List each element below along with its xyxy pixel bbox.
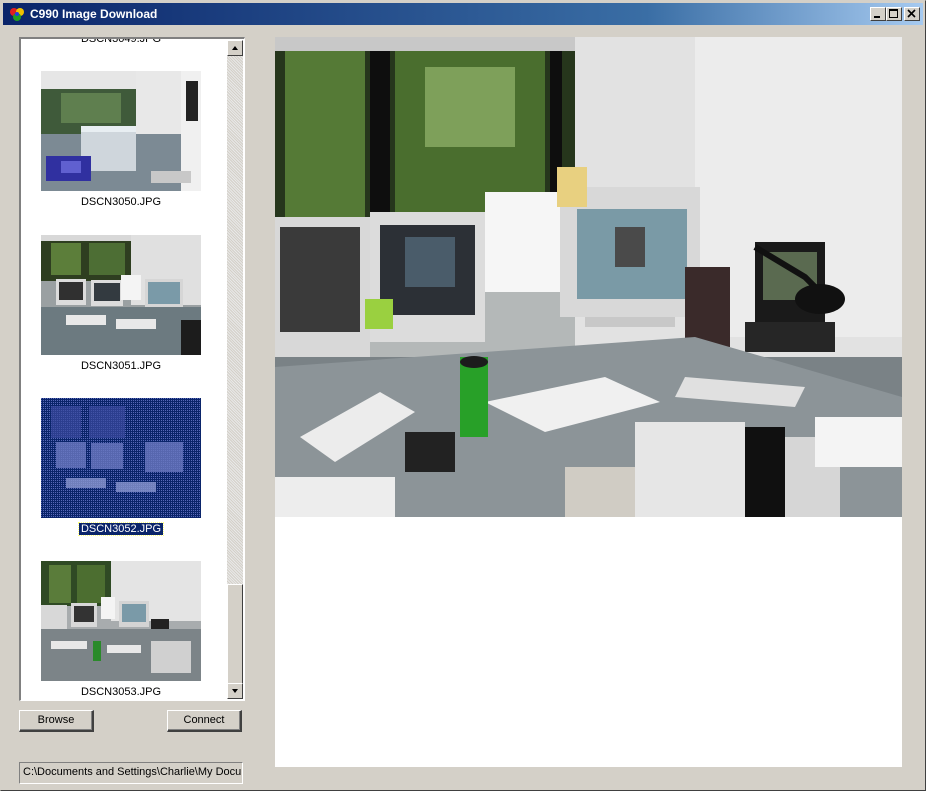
preview-photo xyxy=(275,37,902,517)
thumbnail-scrollbar[interactable] xyxy=(227,40,243,699)
minimize-icon xyxy=(874,16,880,18)
scroll-down-button[interactable] xyxy=(227,683,243,699)
window-title: C990 Image Download xyxy=(30,7,158,21)
thumbnail-item[interactable]: DSCN3050.JPG xyxy=(41,71,205,208)
minimize-button[interactable] xyxy=(870,7,886,21)
thumbnail-label-partial: DSCN3049.JPG xyxy=(80,37,162,45)
app-logo-icon xyxy=(10,8,24,21)
scrollbar-thumb[interactable] xyxy=(227,584,243,684)
scroll-down-arrow-icon xyxy=(232,689,238,693)
main-window: C990 Image Download DSCN3049.JPG DSCN305… xyxy=(0,0,926,791)
close-button[interactable] xyxy=(904,7,920,21)
thumbnail-filename: DSCN3050.JPG xyxy=(80,196,162,208)
path-field[interactable]: C:\Documents and Settings\Charlie\My Doc… xyxy=(19,762,243,784)
thumbnail-filename: DSCN3051.JPG xyxy=(80,360,162,372)
thumbnail-item-selected[interactable]: DSCN3052.JPG xyxy=(41,398,205,536)
maximize-button[interactable] xyxy=(886,7,902,21)
thumbnail-item[interactable]: DSCN3053.JPG xyxy=(41,561,205,698)
thumbnail-image xyxy=(41,561,201,681)
scroll-up-arrow-icon xyxy=(232,46,238,50)
thumbnail-filename: DSCN3053.JPG xyxy=(80,686,162,698)
image-preview-pane xyxy=(275,37,902,767)
thumbnail-image xyxy=(41,398,201,518)
thumbnail-image xyxy=(41,235,201,355)
browse-button[interactable]: Browse xyxy=(19,710,94,732)
connect-button[interactable]: Connect xyxy=(167,710,242,732)
title-bar[interactable]: C990 Image Download xyxy=(3,3,923,25)
thumbnail-item[interactable]: DSCN3051.JPG xyxy=(41,235,205,372)
close-icon xyxy=(907,9,916,18)
maximize-icon xyxy=(889,9,898,18)
thumbnail-list[interactable]: DSCN3049.JPG DSCN3050.JPG DSCN3051.JPG D… xyxy=(19,37,245,701)
thumbnail-image xyxy=(41,71,201,191)
scroll-up-button[interactable] xyxy=(227,40,243,56)
thumbnail-filename: DSCN3052.JPG xyxy=(77,522,165,536)
